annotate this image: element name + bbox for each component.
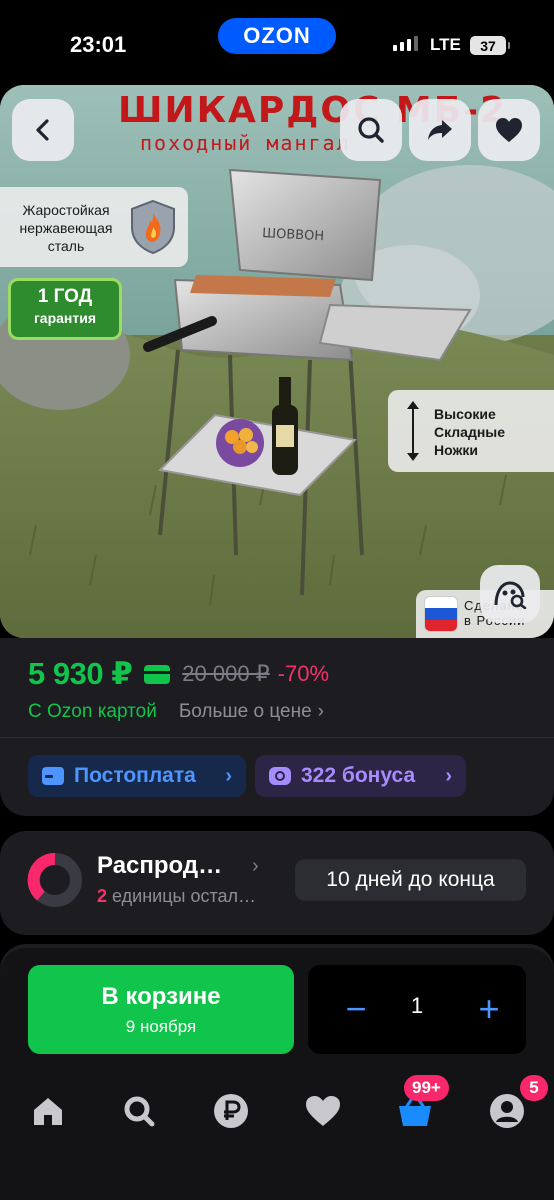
units-left: 2 единицы остал… xyxy=(97,886,256,907)
visual-search-icon xyxy=(494,581,527,609)
status-time: 23:01 xyxy=(70,32,127,57)
home-indicator xyxy=(0,1188,554,1200)
legs-line-3: Ножки xyxy=(434,442,479,458)
bonus-icon xyxy=(269,767,291,785)
tab-bar: 99+ 5 xyxy=(0,1075,554,1138)
discount-percent: -70% xyxy=(277,661,330,686)
status-bar: 23:01 OZON LTE 37 xyxy=(0,0,554,80)
in-cart-button[interactable]: В корзине 9 ноября xyxy=(28,965,294,1054)
chevron-right-icon: › xyxy=(317,701,324,722)
divider xyxy=(0,737,554,738)
current-price: 5 930 ₽ xyxy=(28,656,133,691)
vertical-arrow-icon xyxy=(407,401,419,461)
product-photo-illustration: ШОВВОН xyxy=(0,85,554,638)
profile-notification-badge: 5 xyxy=(520,1075,548,1101)
legs-line-1: Высокие xyxy=(434,406,496,422)
chevron-right-icon: › xyxy=(252,855,259,877)
postpay-button[interactable]: Постоплата › xyxy=(28,755,246,797)
product-image[interactable]: ШОВВОН ШИКАРДОС МБ-2 походный мангал Жар… xyxy=(0,85,554,638)
sale-section[interactable]: Распрод… › 2 единицы остал… 10 дней до к… xyxy=(0,831,554,935)
chevron-right-icon: › xyxy=(225,764,232,787)
legs-feature-card: Высокие Складные Ножки xyxy=(388,390,554,472)
sale-progress-ring xyxy=(27,853,82,907)
legs-line-2: Складные xyxy=(434,424,506,440)
cart-count-badge: 99+ xyxy=(404,1075,449,1101)
chevron-right-icon: › xyxy=(445,764,452,787)
more-about-price-link[interactable]: Больше о цене xyxy=(179,701,312,723)
share-icon xyxy=(428,120,452,140)
units-text: единицы остал… xyxy=(112,886,257,906)
bonus-label: 322 бонуса xyxy=(301,764,416,787)
home-icon xyxy=(34,1098,62,1125)
tab-finance[interactable] xyxy=(206,1088,256,1134)
bottom-panel: В корзине 9 ноября − 1 + xyxy=(0,948,554,1200)
network-type: LTE xyxy=(430,35,461,54)
quantity-stepper[interactable]: − 1 + xyxy=(308,965,526,1054)
ozon-card-label: С Ozon картой xyxy=(28,701,157,722)
tab-search[interactable] xyxy=(114,1088,164,1134)
brand-subtitle: походный мангал xyxy=(140,131,351,155)
delivery-date: 9 ноября xyxy=(125,1017,197,1036)
signal-icon xyxy=(393,36,418,51)
in-cart-label: В корзине xyxy=(101,983,221,1010)
search-icon xyxy=(124,1096,155,1127)
fire-shield-icon xyxy=(131,199,175,255)
bonus-button[interactable]: 322 бонуса › xyxy=(255,755,466,797)
favorite-button[interactable] xyxy=(478,99,540,161)
days-left-badge: 10 дней до конца xyxy=(295,859,526,901)
profile-icon xyxy=(490,1094,524,1128)
tab-favorites[interactable] xyxy=(298,1088,348,1134)
sale-title: Распрод… xyxy=(97,852,223,879)
tab-home[interactable] xyxy=(23,1088,73,1134)
heart-icon xyxy=(496,118,522,142)
warranty-years: 1 ГОД xyxy=(37,286,93,307)
increase-quantity-button[interactable]: + xyxy=(465,985,513,1033)
ozon-card-icon xyxy=(144,664,171,684)
ozon-app-badge: OZON xyxy=(218,18,336,54)
steel-feature-card: Жаростойкая нержавеющая сталь xyxy=(0,187,188,267)
search-button[interactable] xyxy=(340,99,402,161)
back-button[interactable] xyxy=(12,99,74,161)
steel-feature-label: Жаростойкая нержавеющая сталь xyxy=(19,202,113,254)
price-row: 5 930 ₽ 20 000 ₽ -70% xyxy=(28,656,329,692)
units-count: 2 xyxy=(97,886,108,906)
warranty-label: гарантия xyxy=(33,310,97,326)
quantity-value: 1 xyxy=(410,993,424,1018)
decrease-quantity-button[interactable]: − xyxy=(332,985,380,1033)
price-section: 5 930 ₽ 20 000 ₽ -70% С Ozon картой Боль… xyxy=(0,638,554,816)
price-details-link[interactable]: С Ozon картой Больше о цене › xyxy=(28,701,324,723)
visual-search-button[interactable] xyxy=(480,565,540,623)
wallet-icon xyxy=(42,767,64,785)
postpay-label: Постоплата xyxy=(74,764,196,787)
back-icon xyxy=(36,119,49,141)
heart-icon xyxy=(306,1096,340,1126)
russia-flag-icon xyxy=(424,596,458,632)
ruble-icon xyxy=(214,1094,248,1128)
warranty-badge: 1 ГОД гарантия xyxy=(8,278,122,340)
legs-feature-label: Высокие Складные Ножки xyxy=(434,405,505,459)
search-icon xyxy=(358,117,384,143)
battery-icon: 37 xyxy=(470,36,510,55)
old-price: 20 000 ₽ xyxy=(182,661,270,686)
share-button[interactable] xyxy=(409,99,471,161)
